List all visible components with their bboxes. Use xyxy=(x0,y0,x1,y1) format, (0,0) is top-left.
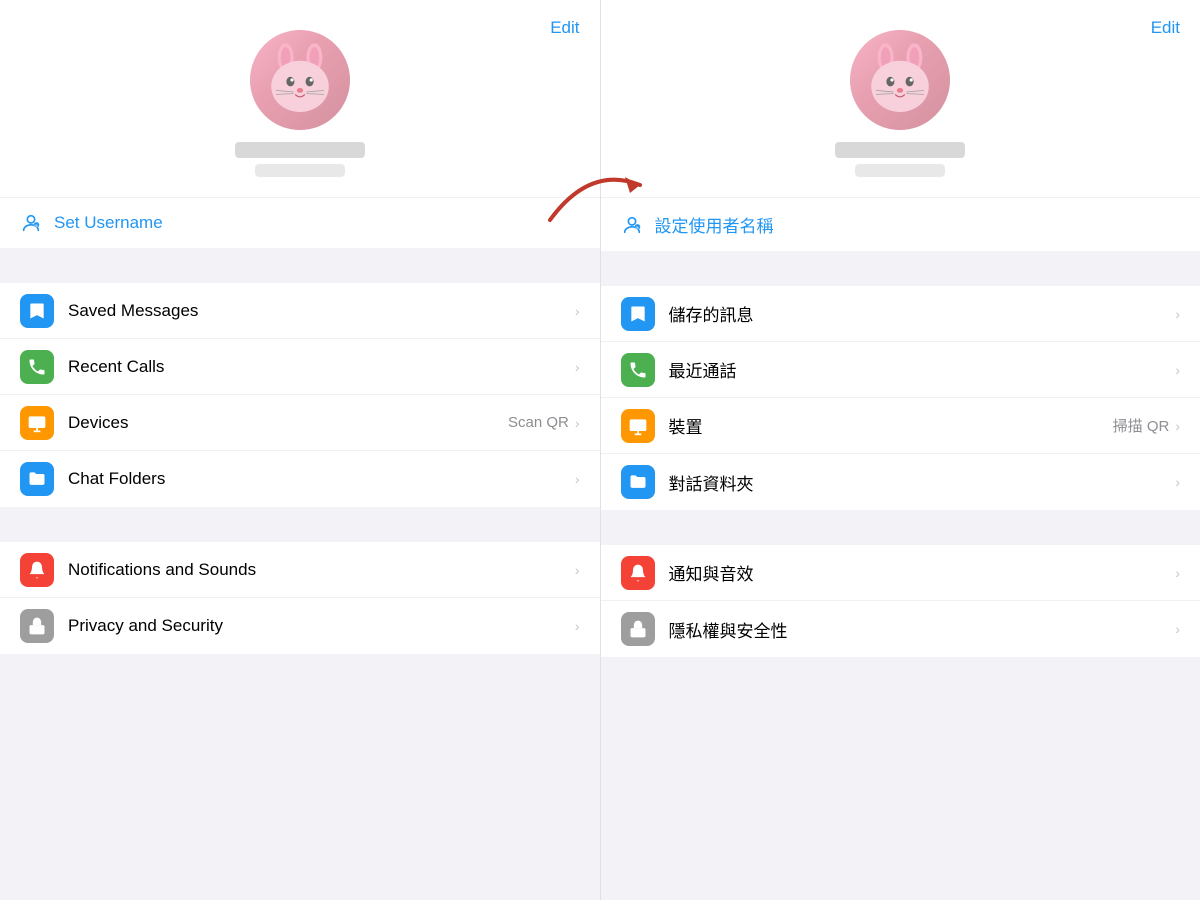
right-notifications[interactable]: 通知與音效 › xyxy=(601,545,1200,601)
left-privacy-chevron: › xyxy=(575,618,580,634)
left-devices-label: Devices xyxy=(68,413,508,433)
left-notifications-icon xyxy=(20,553,54,587)
left-notifications[interactable]: Notifications and Sounds › xyxy=(0,542,600,598)
left-devices[interactable]: Devices Scan QR › xyxy=(0,395,600,451)
right-saved-messages-chevron: › xyxy=(1175,306,1180,322)
right-privacy[interactable]: 隱私權與安全性 › xyxy=(601,601,1200,657)
left-devices-extra: Scan QR xyxy=(508,414,569,431)
left-profile-section: Edit xyxy=(0,0,600,197)
right-devices-chevron: › xyxy=(1175,418,1180,434)
right-divider-1 xyxy=(601,251,1200,286)
left-saved-messages-icon xyxy=(20,294,54,328)
right-privacy-label: 隱私權與安全性 xyxy=(669,617,1176,642)
right-saved-messages-icon xyxy=(621,297,655,331)
left-menu-section-1: Saved Messages › Recent Calls › Devices … xyxy=(0,283,600,507)
left-username-section[interactable]: @ Set Username xyxy=(0,197,600,248)
right-saved-messages-label: 儲存的訊息 xyxy=(669,301,1176,326)
left-username-label: Set Username xyxy=(54,213,163,233)
left-notifications-label: Notifications and Sounds xyxy=(68,560,575,580)
right-menu-section-1: 儲存的訊息 › 最近通話 › 裝置 掃描 QR › 對話資料夾 › xyxy=(601,286,1200,510)
right-notifications-chevron: › xyxy=(1175,565,1180,581)
right-profile-section: Edit xyxy=(601,0,1200,197)
right-divider-2 xyxy=(601,510,1200,545)
right-privacy-chevron: › xyxy=(1175,621,1180,637)
right-recent-calls-icon xyxy=(621,353,655,387)
right-chat-folders-label: 對話資料夾 xyxy=(669,470,1176,495)
right-recent-calls-chevron: › xyxy=(1175,362,1180,378)
right-recent-calls-label: 最近通話 xyxy=(669,357,1176,382)
left-chat-folders-icon xyxy=(20,462,54,496)
right-devices-label: 裝置 xyxy=(669,413,1113,438)
left-edit-button[interactable]: Edit xyxy=(550,18,579,38)
left-chat-folders-chevron: › xyxy=(575,471,580,487)
right-username-icon: @ xyxy=(621,214,643,236)
right-panel: Edit xyxy=(600,0,1200,900)
left-privacy[interactable]: Privacy and Security › xyxy=(0,598,600,654)
left-avatar-svg xyxy=(260,40,340,120)
left-name-blur xyxy=(235,142,365,158)
left-privacy-icon xyxy=(20,609,54,643)
left-saved-messages-chevron: › xyxy=(575,303,580,319)
left-recent-calls-label: Recent Calls xyxy=(68,357,575,377)
left-chat-folders[interactable]: Chat Folders › xyxy=(0,451,600,507)
left-privacy-label: Privacy and Security xyxy=(68,616,575,636)
right-edit-button[interactable]: Edit xyxy=(1151,18,1180,38)
left-menu-section-2: Notifications and Sounds › Privacy and S… xyxy=(0,542,600,654)
right-menu-section-2: 通知與音效 › 隱私權與安全性 › xyxy=(601,545,1200,657)
left-saved-messages-label: Saved Messages xyxy=(68,301,575,321)
svg-text:@: @ xyxy=(34,224,38,228)
left-panel: Edit xyxy=(0,0,600,900)
left-recent-calls-icon xyxy=(20,350,54,384)
right-notifications-label: 通知與音效 xyxy=(669,560,1176,585)
left-phone-blur xyxy=(255,164,345,177)
right-chat-folders[interactable]: 對話資料夾 › xyxy=(601,454,1200,510)
right-privacy-icon xyxy=(621,612,655,646)
right-devices-icon xyxy=(621,409,655,443)
left-divider-2 xyxy=(0,507,600,542)
left-saved-messages[interactable]: Saved Messages › xyxy=(0,283,600,339)
right-recent-calls[interactable]: 最近通話 › xyxy=(601,342,1200,398)
left-notifications-chevron: › xyxy=(575,562,580,578)
right-devices-extra: 掃描 QR xyxy=(1113,415,1170,436)
right-avatar-svg xyxy=(860,40,940,120)
left-username-icon: @ xyxy=(20,212,42,234)
right-name-blur xyxy=(835,142,965,158)
left-devices-chevron: › xyxy=(575,415,580,431)
right-devices[interactable]: 裝置 掃描 QR › xyxy=(601,398,1200,454)
right-notifications-icon xyxy=(621,556,655,590)
left-devices-icon xyxy=(20,406,54,440)
right-phone-blur xyxy=(855,164,945,177)
right-avatar xyxy=(850,30,950,130)
left-chat-folders-label: Chat Folders xyxy=(68,469,575,489)
svg-text:@: @ xyxy=(635,226,639,230)
right-saved-messages[interactable]: 儲存的訊息 › xyxy=(601,286,1200,342)
right-chat-folders-chevron: › xyxy=(1175,474,1180,490)
left-avatar xyxy=(250,30,350,130)
left-divider-1 xyxy=(0,248,600,283)
right-username-section[interactable]: @ 設定使用者名稱 xyxy=(601,197,1200,251)
left-recent-calls-chevron: › xyxy=(575,359,580,375)
left-recent-calls[interactable]: Recent Calls › xyxy=(0,339,600,395)
right-username-label: 設定使用者名稱 xyxy=(655,212,774,237)
right-chat-folders-icon xyxy=(621,465,655,499)
